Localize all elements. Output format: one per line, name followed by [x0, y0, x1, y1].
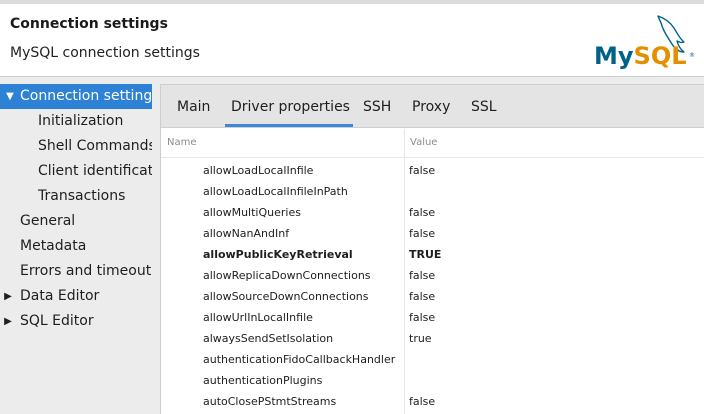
property-name: allowSourceDownConnections [203, 290, 369, 303]
header-divider [161, 157, 704, 158]
property-value[interactable]: false [409, 286, 435, 307]
tab-proxy[interactable]: Proxy [412, 85, 450, 128]
property-value[interactable]: true [409, 328, 432, 349]
tree-item-errors-and-timeouts[interactable]: Errors and timeouts [0, 259, 152, 284]
property-name: allowLoadLocalInfile [203, 164, 314, 177]
tree-item-metadata[interactable]: Metadata [0, 234, 152, 259]
settings-tree: ▼ Connection settings Initialization She… [0, 84, 152, 414]
tree-item-connection-settings[interactable]: ▼ Connection settings [0, 84, 152, 109]
chevron-right-icon[interactable]: ▶ [1, 309, 15, 334]
page-subtitle: MySQL connection settings [10, 45, 200, 61]
tree-item-label: Data Editor [20, 288, 100, 304]
chevron-right-icon[interactable]: ▶ [1, 284, 15, 309]
tab-ssl[interactable]: SSL [471, 85, 497, 128]
property-name: allowMultiQueries [203, 206, 301, 219]
tree-item-label: Errors and timeouts [20, 263, 152, 279]
table-row[interactable]: authenticationFidoCallbackHandler [161, 349, 704, 370]
property-value[interactable]: false [409, 223, 435, 244]
property-value[interactable]: false [409, 307, 435, 328]
svg-text:MySQL: MySQL [594, 42, 687, 70]
tree-item-label: Initialization [38, 113, 124, 129]
table-row[interactable]: allowMultiQueries false [161, 202, 704, 223]
chevron-down-icon[interactable]: ▼ [3, 84, 17, 109]
tab-ssh[interactable]: SSH [363, 85, 391, 128]
tree-item-sql-editor[interactable]: ▶ SQL Editor [0, 309, 152, 334]
dialog-header: Connection settings MySQL connection set… [0, 0, 704, 76]
property-value[interactable]: false [409, 391, 435, 412]
tree-item-transactions[interactable]: Transactions [0, 184, 152, 209]
settings-panel: Main Driver properties SSH Proxy SSL Nam… [160, 84, 704, 414]
header-separator [0, 76, 704, 77]
tree-item-label: Transactions [38, 188, 126, 204]
mysql-logo: MySQL ® [594, 15, 695, 70]
tree-item-shell-commands[interactable]: Shell Commands [0, 134, 152, 159]
property-value[interactable]: TRUE [409, 244, 441, 265]
svg-text:®: ® [689, 52, 695, 59]
property-name: alwaysSendSetIsolation [203, 332, 334, 345]
property-name: allowLoadLocalInfileInPath [203, 185, 348, 198]
tree-item-label: Metadata [20, 238, 87, 254]
tree-item-label: SQL Editor [20, 313, 94, 329]
tree-item-client-identification[interactable]: Client identification [0, 159, 152, 184]
table-row[interactable]: alwaysSendSetIsolation true [161, 328, 704, 349]
table-row[interactable]: allowUrlInLocalInfile false [161, 307, 704, 328]
tree-item-label: Client identification [38, 163, 152, 179]
table-row[interactable]: allowPublicKeyRetrieval TRUE [161, 244, 704, 265]
table-row[interactable]: authenticationPlugins [161, 370, 704, 391]
column-header-name[interactable]: Name [167, 129, 197, 157]
property-value[interactable]: false [409, 265, 435, 286]
property-name: allowPublicKeyRetrieval [203, 248, 353, 261]
property-name: autoClosePStmtStreams [203, 395, 337, 408]
tree-item-label: General [20, 213, 76, 229]
tab-driver-properties[interactable]: Driver properties [231, 85, 350, 128]
property-name: allowNanAndInf [203, 227, 290, 240]
table-row[interactable]: allowReplicaDownConnections false [161, 265, 704, 286]
tree-item-label: Shell Commands [38, 138, 152, 154]
table-row[interactable]: autoClosePStmtStreams false [161, 391, 704, 412]
property-name: allowUrlInLocalInfile [203, 311, 313, 324]
tree-item-initialization[interactable]: Initialization [0, 109, 152, 134]
table-row[interactable]: allowLoadLocalInfileInPath [161, 181, 704, 202]
property-name: allowReplicaDownConnections [203, 269, 371, 282]
property-value[interactable]: false [409, 202, 435, 223]
column-header-value[interactable]: Value [410, 129, 437, 157]
table-row[interactable]: allowNanAndInf false [161, 223, 704, 244]
tree-item-general[interactable]: General [0, 209, 152, 234]
table-row[interactable]: allowSourceDownConnections false [161, 286, 704, 307]
tree-item-label: Connection settings [20, 88, 152, 104]
property-name: authenticationPlugins [203, 374, 323, 387]
table-row[interactable]: allowLoadLocalInfile false [161, 160, 704, 181]
page-title: Connection settings [10, 16, 168, 32]
property-value[interactable]: false [409, 160, 435, 181]
tab-main[interactable]: Main [177, 85, 210, 128]
tab-bar: Main Driver properties SSH Proxy SSL [161, 85, 704, 128]
tree-item-data-editor[interactable]: ▶ Data Editor [0, 284, 152, 309]
active-tab-indicator [225, 124, 353, 127]
property-name: authenticationFidoCallbackHandler [203, 353, 396, 366]
